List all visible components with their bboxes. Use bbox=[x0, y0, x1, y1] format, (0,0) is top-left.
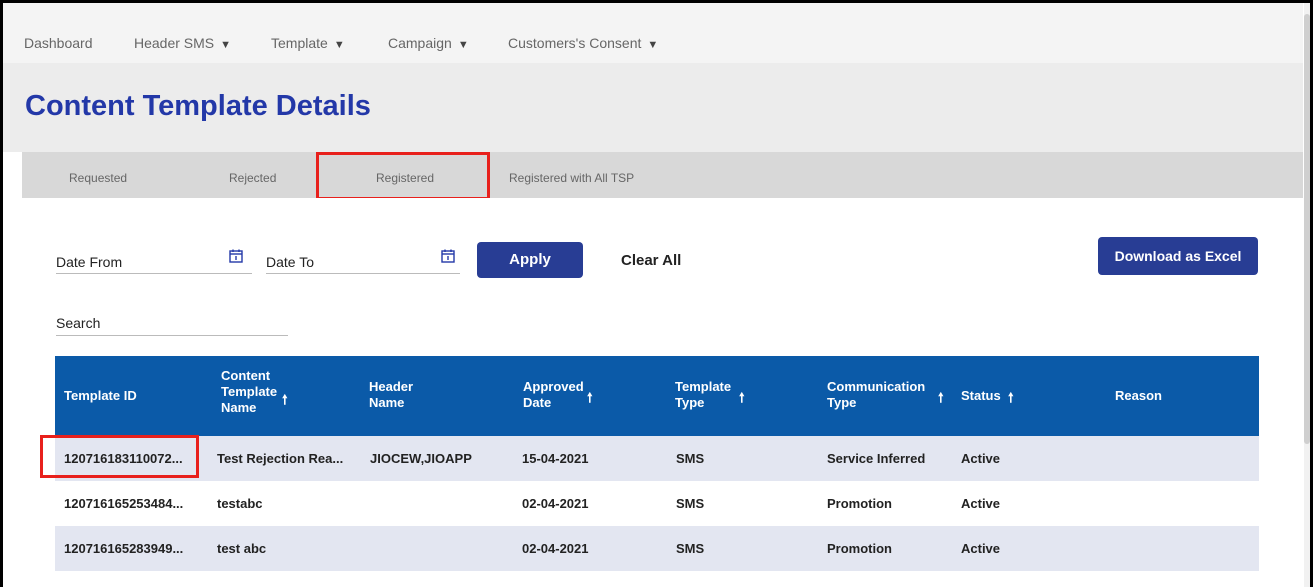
download-excel-button[interactable]: Download as Excel bbox=[1098, 237, 1258, 275]
cell-approved-date: 02-04-2021 bbox=[522, 541, 589, 556]
tab-requested[interactable]: Requested bbox=[69, 171, 127, 185]
th-type-line1: Template bbox=[675, 379, 732, 394]
th-content-line2: Template bbox=[221, 384, 278, 399]
caret-down-icon: ▼ bbox=[220, 39, 232, 51]
th-comm-line1: Communication bbox=[827, 379, 926, 394]
cell-status: Active bbox=[961, 451, 1001, 466]
nav-header-sms-label: Header SMS bbox=[134, 35, 215, 51]
caret-down-icon: ▼ bbox=[647, 39, 659, 51]
cell-template-type: SMS bbox=[676, 541, 705, 556]
th-approved-line1: Approved bbox=[523, 379, 584, 394]
th-reason[interactable]: Reason bbox=[1115, 388, 1162, 404]
sort-up-arrow-icon[interactable]: 🠕 bbox=[1008, 389, 1014, 411]
tab-highlight-box bbox=[316, 152, 490, 200]
cell-approved-date: 15-04-2021 bbox=[522, 451, 589, 466]
table-header: Template ID Content Template Name 🠕 Head… bbox=[55, 356, 1259, 436]
nav-campaign-label: Campaign bbox=[388, 35, 452, 51]
th-type-line2: Type bbox=[675, 395, 705, 410]
nav-template-label: Template bbox=[271, 35, 328, 51]
tab-rejected[interactable]: Rejected bbox=[229, 171, 276, 185]
cell-template-type: SMS bbox=[676, 496, 705, 511]
cell-content-name: testabc bbox=[217, 496, 263, 511]
sort-up-arrow-icon[interactable]: 🠕 bbox=[282, 391, 288, 413]
nav-campaign[interactable]: Campaign ▼ bbox=[388, 35, 469, 51]
nav-dashboard-label: Dashboard bbox=[24, 35, 93, 51]
nav-customers-consent[interactable]: Customers's Consent ▼ bbox=[508, 35, 658, 51]
date-from-field[interactable]: Date From bbox=[56, 254, 122, 270]
sort-up-arrow-icon[interactable]: 🠕 bbox=[587, 389, 593, 411]
th-communication-type[interactable]: Communication Type bbox=[827, 379, 925, 411]
th-content-template-name[interactable]: Content Template Name bbox=[221, 368, 277, 416]
cell-content-name: test abc bbox=[217, 541, 267, 556]
table-row[interactable]: 120716165283949... test abc 02-04-2021 S… bbox=[55, 526, 1259, 571]
page-title: Content Template Details bbox=[25, 90, 371, 122]
nav-customers-consent-label: Customers's Consent bbox=[508, 35, 642, 51]
date-from-underline bbox=[56, 273, 252, 274]
cell-communication-type: Service Inferred bbox=[827, 451, 926, 466]
th-header-line2: Name bbox=[369, 395, 405, 410]
cell-content-name: Test Rejection Rea... bbox=[217, 451, 344, 466]
nav-dashboard[interactable]: Dashboard bbox=[24, 35, 93, 51]
nav-template[interactable]: Template ▼ bbox=[271, 35, 345, 51]
cell-status: Active bbox=[961, 541, 1001, 556]
date-to-field[interactable]: Date To bbox=[266, 254, 314, 270]
templates-table: Template ID Content Template Name 🠕 Head… bbox=[55, 356, 1259, 571]
th-comm-line2: Type bbox=[827, 395, 857, 410]
top-navigation-bar: Dashboard Header SMS ▼ Template ▼ Campaign… bbox=[3, 3, 1303, 63]
tabs-bar bbox=[22, 152, 1303, 198]
apply-button[interactable]: Apply bbox=[477, 242, 583, 278]
th-content-line3: Name bbox=[221, 400, 257, 415]
cell-template-type: SMS bbox=[676, 451, 705, 466]
table-row[interactable]: 120716183110072... Test Rejection Rea...… bbox=[55, 436, 1259, 481]
th-status[interactable]: Status bbox=[961, 388, 1001, 404]
cell-header-name: JIOCEW,JIOAPP bbox=[370, 451, 472, 466]
search-input[interactable]: Search bbox=[56, 315, 100, 331]
sort-up-arrow-icon[interactable]: 🠕 bbox=[938, 389, 944, 411]
caret-down-icon: ▼ bbox=[457, 39, 469, 51]
cell-communication-type: Promotion bbox=[827, 496, 892, 511]
search-underline bbox=[56, 335, 288, 336]
cell-approved-date: 02-04-2021 bbox=[522, 496, 589, 511]
scrollbar-thumb[interactable] bbox=[1304, 14, 1310, 444]
tab-registered-all-tsp[interactable]: Registered with All TSP bbox=[509, 171, 634, 185]
calendar-icon[interactable] bbox=[441, 249, 455, 263]
th-approved-line2: Date bbox=[523, 395, 552, 410]
th-approved-date[interactable]: Approved Date bbox=[523, 379, 584, 411]
th-header-line1: Header bbox=[369, 379, 414, 394]
caret-down-icon: ▼ bbox=[333, 39, 345, 51]
th-content-line1: Content bbox=[221, 368, 271, 383]
th-template-id[interactable]: Template ID bbox=[64, 388, 137, 404]
template-id-highlight-box bbox=[40, 435, 199, 478]
sort-up-arrow-icon[interactable]: 🠕 bbox=[739, 389, 745, 411]
cell-status: Active bbox=[961, 496, 1001, 511]
cell-communication-type: Promotion bbox=[827, 541, 892, 556]
th-template-type[interactable]: Template Type bbox=[675, 379, 731, 411]
cell-template-id[interactable]: 120716165253484... bbox=[64, 496, 183, 511]
cell-template-id[interactable]: 120716165283949... bbox=[64, 541, 183, 556]
table-row[interactable]: 120716165253484... testabc 02-04-2021 SM… bbox=[55, 481, 1259, 526]
calendar-icon[interactable] bbox=[229, 249, 243, 263]
nav-header-sms[interactable]: Header SMS ▼ bbox=[134, 35, 231, 51]
date-to-underline bbox=[266, 273, 460, 274]
clear-all-button[interactable]: Clear All bbox=[621, 252, 681, 269]
th-header-name[interactable]: Header Name bbox=[369, 379, 413, 411]
